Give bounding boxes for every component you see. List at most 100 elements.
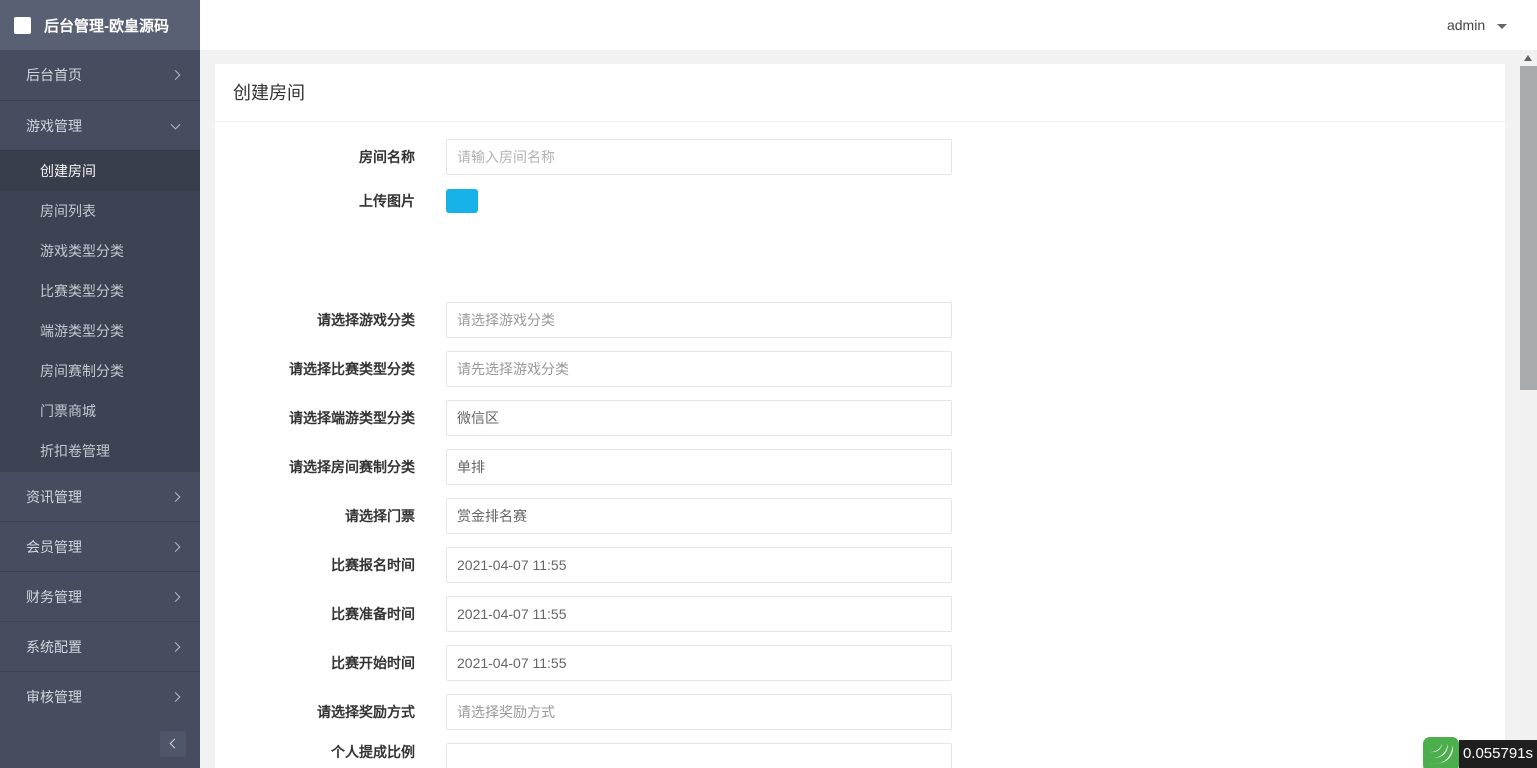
sidebar-subitem-room-format-category[interactable]: 房间赛制分类 [0,351,200,391]
field-control-room-name [446,139,952,175]
trace-time-bar: 0.055791s [1459,740,1537,768]
game-category-select[interactable] [446,302,952,338]
chevron-right-icon [170,591,181,602]
submenu-item-label: 折扣卷管理 [40,443,110,459]
sidebar: 后台管理-欧皇源码 后台首页游戏管理创建房间房间列表游戏类型分类比赛类型分类端游… [0,0,200,768]
sidebar-item-audit[interactable]: 审核管理 [0,671,200,721]
sidebar-item-label: 后台首页 [26,67,82,83]
submenu-item-label: 端游类型分类 [40,323,124,339]
client-type-select[interactable] [446,400,952,436]
field-label-reward-mode: 请选择奖励方式 [317,704,415,720]
sidebar-subitem-discount-coupon[interactable]: 折扣卷管理 [0,431,200,471]
scroll-up-arrow-icon[interactable] [1524,55,1532,61]
sidebar-item-game[interactable]: 游戏管理 [0,100,200,150]
chevron-right-icon [170,691,181,702]
form-row-upload-image: 上传图片 [215,189,1505,213]
chevron-right-icon [170,641,181,652]
submenu-item-label: 房间赛制分类 [40,363,124,379]
chevron-down-icon [170,119,181,130]
field-label-client-type: 请选择端游类型分类 [289,410,415,426]
form-row-reward-mode: 请选择奖励方式 [215,694,1505,730]
commission-input[interactable] [446,743,952,768]
username: admin [1446,17,1486,33]
field-control-prepare-time [446,596,952,632]
prepare-time-input[interactable] [446,596,952,632]
submenu-item-label: 房间列表 [40,203,96,219]
field-control-start-time [446,645,952,681]
page-title: 创建房间 [215,64,1505,122]
field-label-room-format: 请选择房间赛制分类 [289,459,415,475]
chevron-right-icon [170,541,181,552]
submenu-item-label: 游戏类型分类 [40,243,124,259]
field-label-ticket: 请选择门票 [345,508,415,524]
field-label-upload-image: 上传图片 [359,193,415,209]
field-control-ticket [446,498,952,534]
submenu-game: 创建房间房间列表游戏类型分类比赛类型分类端游类型分类 房间赛制分类 门票商城折扣卷管… [0,150,200,471]
sidebar-item-finance[interactable]: 财务管理 [0,571,200,621]
logo-bar: 后台管理-欧皇源码 [0,0,200,50]
field-control-game-category [446,302,952,338]
upload-image-button[interactable] [446,189,478,213]
field-label-signup-time: 比赛报名时间 [331,557,415,573]
content-card: 创建房间 房间名称上传图片请选择游戏分类请选择比赛类型分类请选择端游类型分类请选… [215,64,1505,768]
sidebar-item-label: 会员管理 [26,539,82,555]
form-row-room-format: 请选择房间赛制分类 [215,449,1505,485]
sidebar-subitem-room-list[interactable]: 房间列表 [0,191,200,231]
chevron-down-icon [1497,23,1507,29]
create-room-form: 房间名称上传图片请选择游戏分类请选择比赛类型分类请选择端游类型分类请选择房间赛制… [215,122,1505,768]
form-row-client-type: 请选择端游类型分类 [215,400,1505,436]
sidebar-subitem-match-type-category[interactable]: 比赛类型分类 [0,271,200,311]
sidebar-subitem-ticket-shop[interactable]: 门票商城 [0,391,200,431]
signup-time-input[interactable] [446,547,952,583]
sidebar-subitem-client-type-category[interactable]: 端游类型分类 [0,311,200,351]
field-label-room-name: 房间名称 [359,149,415,165]
trace-time: 0.055791s [1462,745,1534,762]
chevron-right-icon [170,491,181,502]
sidebar-item-system[interactable]: 系统配置 [0,621,200,671]
app-logo-icon [14,16,31,34]
sidebar-subitem-game-type-category[interactable]: 游戏类型分类 [0,231,200,271]
user-menu[interactable]: admin [1447,0,1507,50]
field-label-match-type: 请选择比赛类型分类 [289,361,415,377]
field-control-match-type [446,351,952,387]
field-control-signup-time [446,547,952,583]
app-title: 后台管理-欧皇源码 [44,17,169,35]
field-control-client-type [446,400,952,436]
sidebar-item-label: 审核管理 [26,689,82,705]
sidebar-subitem-create-room[interactable]: 创建房间 [0,151,200,191]
submenu-item-label: 创建房间 [40,163,96,179]
field-control-commission [446,743,952,768]
sidebar-item-label: 游戏管理 [26,118,82,134]
room-format-select[interactable] [446,449,952,485]
chevron-left-icon [169,738,180,749]
form-row-signup-time: 比赛报名时间 [215,547,1505,583]
field-control-reward-mode [446,694,952,730]
chevron-right-icon [170,70,181,80]
field-label-commission: 个人提成比例 [331,744,415,760]
form-row-game-category: 请选择游戏分类 [215,302,1505,338]
sidebar-item-member[interactable]: 会员管理 [0,521,200,571]
form-row-room-name: 房间名称 [215,139,1505,175]
room-name-input[interactable] [446,139,952,175]
form-row-prepare-time: 比赛准备时间 [215,596,1505,632]
ticket-select[interactable] [446,498,952,534]
form-row-start-time: 比赛开始时间 [215,645,1505,681]
form-row-ticket: 请选择门票 [215,498,1505,534]
form-row-match-type: 请选择比赛类型分类 [215,351,1505,387]
form-row-commission: 个人提成比例 [215,743,1505,768]
sidebar-nav: 后台首页游戏管理创建房间房间列表游戏类型分类比赛类型分类端游类型分类 房间赛制分类… [0,50,200,721]
reward-mode-select[interactable] [446,694,952,730]
sidebar-collapse-button[interactable] [160,731,186,757]
field-label-start-time: 比赛开始时间 [331,655,415,671]
sidebar-item-news[interactable]: 资讯管理 [0,471,200,521]
trace-flame-icon[interactable] [1423,737,1459,768]
vertical-scrollbar[interactable] [1520,50,1537,768]
field-label-game-category: 请选择游戏分类 [317,312,415,328]
sidebar-item-home[interactable]: 后台首页 [0,50,200,100]
scrollbar-thumb[interactable] [1520,66,1537,390]
field-control-room-format [446,449,952,485]
submenu-item-label: 门票商城 [40,403,96,419]
match-type-select[interactable] [446,351,952,387]
start-time-input[interactable] [446,645,952,681]
top-navbar: admin [200,0,1537,50]
